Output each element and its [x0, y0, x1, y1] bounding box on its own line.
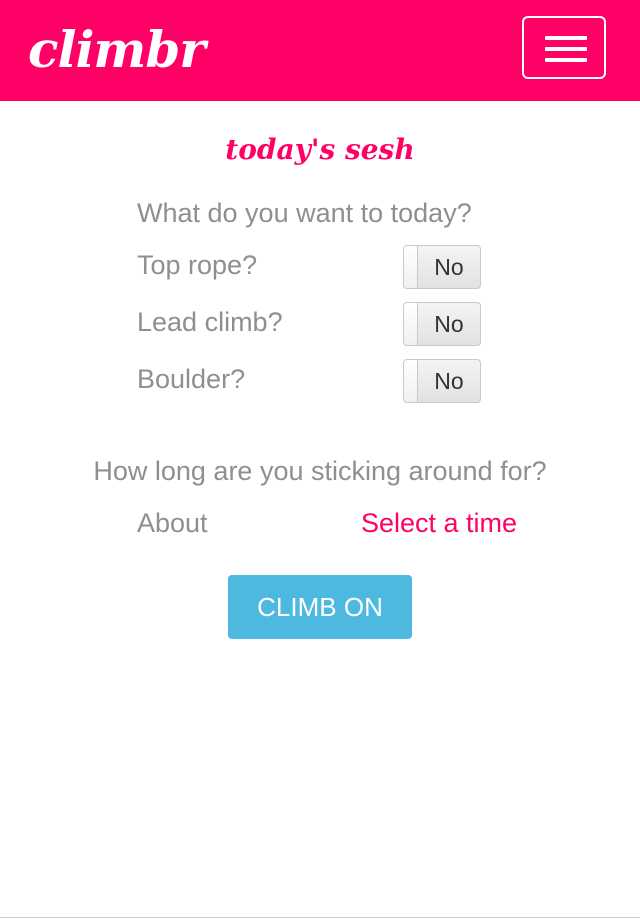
menu-icon-bar — [545, 47, 587, 51]
page-title: today's sesh — [225, 133, 415, 166]
boulder-label: Boulder? — [137, 364, 246, 394]
bottom-divider — [0, 917, 640, 918]
toggle-knob — [404, 360, 418, 402]
brand-logo[interactable]: climbr — [28, 20, 206, 80]
duration-question: How long are you sticking around for? — [93, 456, 547, 486]
duration-prefix: About — [137, 508, 208, 538]
lead-climb-label: Lead climb? — [137, 307, 283, 337]
toggle-knob — [404, 303, 418, 345]
climb-on-button[interactable]: CLIMB ON — [228, 575, 412, 639]
menu-icon-bar — [545, 58, 587, 62]
top-rope-toggle[interactable]: No — [403, 245, 481, 289]
page: climbr today's sesh What do you want to … — [0, 0, 640, 920]
menu-button[interactable] — [522, 16, 606, 79]
top-nav-bar: climbr — [0, 0, 640, 101]
select-time-picker[interactable]: Select a time — [361, 506, 517, 540]
lead-climb-toggle[interactable]: No — [403, 302, 481, 346]
toggle-state: No — [434, 254, 464, 280]
activity-question: What do you want to today? — [137, 198, 472, 228]
toggle-state: No — [434, 311, 464, 337]
menu-icon-bar — [545, 36, 587, 40]
toggle-knob — [404, 246, 418, 288]
toggle-state: No — [434, 368, 464, 394]
top-rope-label: Top rope? — [137, 250, 258, 280]
boulder-toggle[interactable]: No — [403, 359, 481, 403]
